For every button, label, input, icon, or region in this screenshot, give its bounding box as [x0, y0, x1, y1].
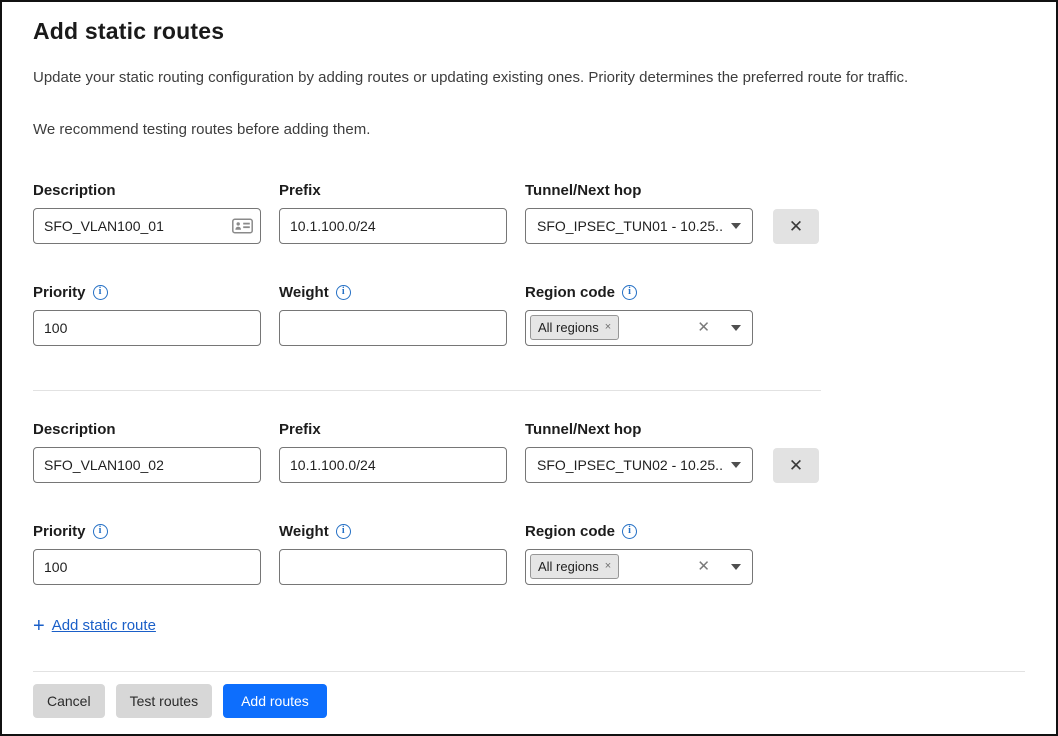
clear-selection-icon[interactable]: ✕: [697, 320, 710, 335]
region-chip: All regions ×: [530, 315, 619, 340]
add-routes-button[interactable]: Add routes: [223, 684, 327, 718]
footer-divider: [33, 671, 1025, 672]
info-icon[interactable]: i: [622, 524, 637, 539]
weight-input[interactable]: [279, 549, 507, 585]
region-label: Region code: [525, 284, 615, 301]
route-section-2: Description Prefix Tunnel/Next hop SFO_I…: [33, 421, 1025, 585]
weight-field-group: Weight i: [279, 523, 507, 585]
info-icon[interactable]: i: [93, 524, 108, 539]
chevron-down-icon[interactable]: [731, 462, 741, 468]
priority-label: Priority: [33, 284, 86, 301]
test-routes-button[interactable]: Test routes: [116, 684, 212, 718]
plus-icon: +: [33, 616, 45, 636]
chevron-down-icon[interactable]: [731, 223, 741, 229]
weight-label: Weight: [279, 523, 329, 540]
tunnel-field-group: Tunnel/Next hop SFO_IPSEC_TUN02 - 10.25.…: [525, 421, 753, 483]
info-icon[interactable]: i: [622, 285, 637, 300]
chevron-down-icon[interactable]: [731, 564, 741, 570]
description-label: Description: [33, 421, 261, 438]
route-1-main-row: Description: [33, 182, 1025, 244]
region-multiselect[interactable]: All regions × ✕: [525, 549, 753, 585]
region-chip: All regions ×: [530, 554, 619, 579]
weight-input[interactable]: [279, 310, 507, 346]
priority-input[interactable]: [33, 549, 261, 585]
info-icon[interactable]: i: [336, 524, 351, 539]
footer-actions: Cancel Test routes Add routes: [33, 684, 1025, 718]
priority-input[interactable]: [33, 310, 261, 346]
weight-label-row: Weight i: [279, 523, 507, 540]
remove-route-button[interactable]: ✕: [773, 448, 819, 483]
dialog-description: Update your static routing configuration…: [33, 69, 1025, 88]
chip-remove-icon[interactable]: ×: [605, 561, 611, 572]
remove-route-button[interactable]: ✕: [773, 209, 819, 244]
autofill-contact-card-icon[interactable]: [232, 218, 253, 233]
region-chip-label: All regions: [538, 320, 599, 335]
tunnel-select[interactable]: SFO_IPSEC_TUN01 - 10.25...: [525, 208, 753, 244]
prefix-input[interactable]: [279, 447, 507, 483]
description-input[interactable]: [33, 208, 261, 244]
description-field-group: Description: [33, 421, 261, 483]
dialog-content: Add static routes Update your static rou…: [2, 2, 1056, 718]
tunnel-field-group: Tunnel/Next hop SFO_IPSEC_TUN01 - 10.25.…: [525, 182, 753, 244]
route-1-options-row: Priority i Weight i Region code i: [33, 284, 1025, 346]
weight-field-group: Weight i: [279, 284, 507, 346]
region-label-row: Region code i: [525, 523, 753, 540]
add-static-routes-dialog: Add static routes Update your static rou…: [0, 0, 1058, 736]
description-field-group: Description: [33, 182, 261, 244]
tunnel-label: Tunnel/Next hop: [525, 421, 753, 438]
info-icon[interactable]: i: [93, 285, 108, 300]
chip-remove-icon[interactable]: ×: [605, 322, 611, 333]
page-title: Add static routes: [33, 18, 1025, 45]
priority-label-row: Priority i: [33, 284, 261, 301]
tunnel-select[interactable]: SFO_IPSEC_TUN02 - 10.25...: [525, 447, 753, 483]
priority-label-row: Priority i: [33, 523, 261, 540]
info-icon[interactable]: i: [336, 285, 351, 300]
cancel-button[interactable]: Cancel: [33, 684, 105, 718]
weight-label-row: Weight i: [279, 284, 507, 301]
region-label: Region code: [525, 523, 615, 540]
prefix-field-group: Prefix: [279, 421, 507, 483]
description-input-wrap: [33, 208, 261, 244]
route-section-divider: [33, 390, 821, 391]
add-static-route-link[interactable]: + Add static route: [33, 616, 156, 636]
tunnel-label: Tunnel/Next hop: [525, 182, 753, 199]
priority-field-group: Priority i: [33, 284, 261, 346]
region-chip-label: All regions: [538, 559, 599, 574]
chevron-down-icon[interactable]: [731, 325, 741, 331]
prefix-label: Prefix: [279, 421, 507, 438]
prefix-label: Prefix: [279, 182, 507, 199]
dialog-recommendation: We recommend testing routes before addin…: [33, 121, 1025, 140]
route-2-options-row: Priority i Weight i Region code i: [33, 523, 1025, 585]
priority-label: Priority: [33, 523, 86, 540]
description-label: Description: [33, 182, 261, 199]
clear-selection-icon[interactable]: ✕: [697, 559, 710, 574]
route-section-1: Description: [33, 182, 1025, 346]
region-field-group: Region code i All regions × ✕: [525, 284, 753, 346]
route-2-main-row: Description Prefix Tunnel/Next hop SFO_I…: [33, 421, 1025, 483]
description-input[interactable]: [33, 447, 261, 483]
add-static-route-link-label: Add static route: [52, 617, 156, 634]
weight-label: Weight: [279, 284, 329, 301]
prefix-field-group: Prefix: [279, 182, 507, 244]
region-label-row: Region code i: [525, 284, 753, 301]
prefix-input[interactable]: [279, 208, 507, 244]
region-multiselect[interactable]: All regions × ✕: [525, 310, 753, 346]
priority-field-group: Priority i: [33, 523, 261, 585]
tunnel-selected-value: SFO_IPSEC_TUN01 - 10.25...: [537, 218, 723, 234]
region-field-group: Region code i All regions × ✕: [525, 523, 753, 585]
tunnel-selected-value: SFO_IPSEC_TUN02 - 10.25...: [537, 457, 723, 473]
